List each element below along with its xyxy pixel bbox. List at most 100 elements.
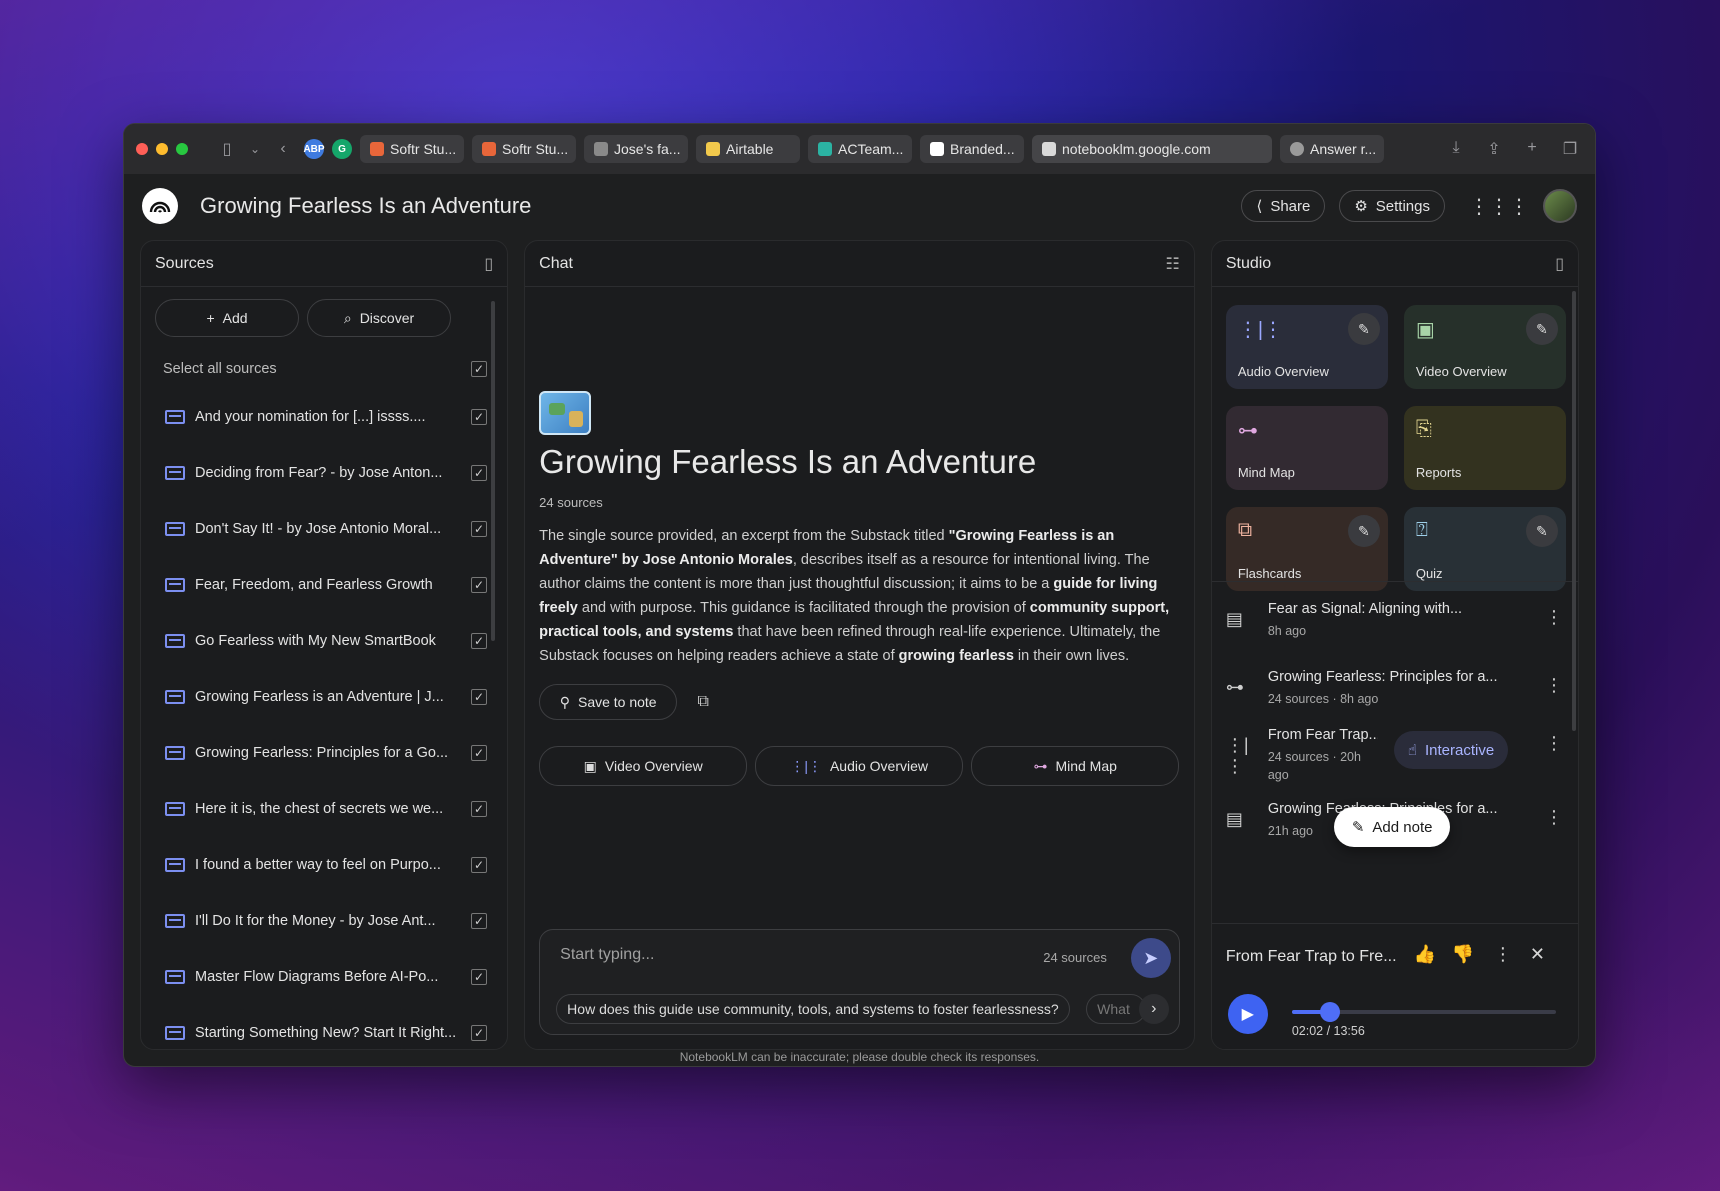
source-item[interactable]: Fear, Freedom, and Fearless Growth ✓ <box>155 569 487 601</box>
mind-map-button[interactable]: ⊶ Mind Map <box>971 746 1180 786</box>
browser-tab[interactable]: Softr Stu... <box>472 135 576 163</box>
source-checkbox[interactable]: ✓ <box>471 801 487 817</box>
source-checkbox[interactable]: ✓ <box>471 913 487 929</box>
apps-grid-icon[interactable]: ⋮⋮⋮ <box>1469 194 1529 219</box>
source-checkbox[interactable]: ✓ <box>471 577 487 593</box>
chevron-down-icon[interactable]: ⌄ <box>248 142 262 156</box>
close-window-button[interactable] <box>136 143 148 155</box>
sidebar-toggle-icon[interactable]: ▯ <box>214 139 240 159</box>
notebook-title[interactable]: Growing Fearless Is an Adventure <box>200 193 531 219</box>
studio-tile[interactable]: ⧉ Flashcards ✎ <box>1225 507 1388 591</box>
thumbs-up-icon[interactable]: 👍 <box>1414 944 1436 965</box>
source-item[interactable]: Don't Say It! - by Jose Antonio Moral...… <box>155 513 487 545</box>
close-icon[interactable]: ✕ <box>1530 944 1545 965</box>
interactive-button[interactable]: ☝ Interactive <box>1393 731 1509 769</box>
source-checkbox[interactable]: ✓ <box>471 745 487 761</box>
zoom-window-button[interactable] <box>176 143 188 155</box>
source-item[interactable]: I found a better way to feel on Purpo...… <box>155 849 487 881</box>
send-button[interactable]: ➤ <box>1130 938 1171 978</box>
share-icon[interactable]: ⇪ <box>1481 139 1507 159</box>
save-to-note-button[interactable]: ⚲ Save to note <box>539 684 678 720</box>
sources-scrollbar[interactable] <box>491 301 495 641</box>
chat-input[interactable]: Start typing... <box>560 946 654 964</box>
source-item[interactable]: Growing Fearless: Principles for a Go...… <box>155 737 487 769</box>
grammarly-extension-icon[interactable]: G <box>332 139 352 159</box>
more-options-icon[interactable]: ⋮ <box>1544 733 1564 754</box>
copy-icon[interactable]: ⧉ <box>685 684 721 720</box>
select-all-row[interactable]: Select all sources ✓ <box>155 353 487 385</box>
studio-tile[interactable]: ⍰ Quiz ✎ <box>1403 507 1566 591</box>
more-options-icon[interactable]: ⋮ <box>1544 675 1564 696</box>
source-item[interactable]: Master Flow Diagrams Before AI-Po... ✓ <box>155 961 487 993</box>
more-options-icon[interactable]: ⋮ <box>1544 607 1564 628</box>
video-overview-button[interactable]: ▣ Video Overview <box>539 746 748 786</box>
source-item[interactable]: I'll Do It for the Money - by Jose Ant..… <box>155 905 487 937</box>
suggested-question-next[interactable]: What <box>1086 994 1147 1024</box>
browser-tab[interactable]: Airtable <box>696 135 800 163</box>
new-tab-icon[interactable]: + <box>1519 139 1545 159</box>
source-item[interactable]: Go Fearless with My New SmartBook ✓ <box>155 625 487 657</box>
more-options-icon[interactable]: ⋮ <box>1544 807 1564 828</box>
browser-tab[interactable]: Softr Stu... <box>360 135 464 163</box>
download-icon[interactable]: ⤓ <box>1443 139 1469 159</box>
studio-scrollbar[interactable] <box>1571 291 1576 731</box>
thumbs-down-icon[interactable]: 👎 <box>1452 944 1474 965</box>
browser-tab[interactable]: Branded... <box>920 135 1024 163</box>
source-checkbox[interactable]: ✓ <box>471 969 487 985</box>
web-source-icon <box>165 690 185 704</box>
add-source-button[interactable]: + Add <box>155 299 299 337</box>
studio-note-item[interactable]: ⊶ Growing Fearless: Principles for a... 24… <box>1226 669 1564 729</box>
source-item[interactable]: Deciding from Fear? - by Jose Anton... ✓ <box>155 457 487 489</box>
source-item[interactable]: Growing Fearless is an Adventure | J... ✓ <box>155 681 487 713</box>
browser-tab-active[interactable]: notebooklm.google.com <box>1032 135 1272 163</box>
browser-actions: ⤓ ⇪ + ❐ <box>1443 139 1583 159</box>
suggested-question[interactable]: How does this guide use community, tools… <box>556 994 1070 1024</box>
share-button[interactable]: ⟨ Share <box>1241 190 1326 222</box>
source-item[interactable]: And your nomination for [...] issss.... ✓ <box>155 401 487 433</box>
source-checkbox[interactable]: ✓ <box>471 521 487 537</box>
note-text: Fear as Signal: Aligning with... 8h ago <box>1268 601 1544 640</box>
studio-tile[interactable]: ▣ Video Overview ✎ <box>1403 305 1566 389</box>
audio-overview-button[interactable]: ⋮|⋮ Audio Overview <box>755 746 964 786</box>
player-progress-track[interactable] <box>1291 1002 1556 1022</box>
tab-label: notebooklm.google.com <box>1062 141 1211 157</box>
browser-tab[interactable]: Jose's fa... <box>584 135 688 163</box>
adblock-extension-icon[interactable]: ABP <box>303 139 325 159</box>
pencil-icon[interactable]: ✎ <box>1347 313 1380 345</box>
chat-settings-icon[interactable]: ☷ <box>1165 254 1179 274</box>
source-checkbox[interactable]: ✓ <box>471 1025 487 1041</box>
pencil-icon[interactable]: ✎ <box>1525 515 1558 547</box>
source-checkbox[interactable]: ✓ <box>471 689 487 705</box>
collapse-panel-icon[interactable]: ▯ <box>1555 254 1564 274</box>
pencil-icon[interactable]: ✎ <box>1525 313 1558 345</box>
discover-button[interactable]: ⌕ Discover <box>307 299 451 337</box>
source-checkbox[interactable]: ✓ <box>471 465 487 481</box>
player-progress-knob[interactable] <box>1320 1002 1341 1022</box>
pencil-icon[interactable]: ✎ <box>1347 515 1380 547</box>
source-checkbox[interactable]: ✓ <box>471 857 487 873</box>
source-checkbox[interactable]: ✓ <box>471 409 487 425</box>
tab-overview-icon[interactable]: ❐ <box>1557 139 1583 159</box>
avatar[interactable] <box>1543 189 1577 223</box>
video-overview-label: Video Overview <box>604 758 703 774</box>
back-icon[interactable]: ‹ <box>270 140 296 158</box>
add-note-button[interactable]: ✎ Add note <box>1333 807 1451 847</box>
chevron-right-icon[interactable]: › <box>1138 994 1169 1024</box>
source-item[interactable]: Starting Something New? Start It Right..… <box>155 1017 487 1049</box>
studio-tile[interactable]: ⋮|⋮ Audio Overview ✎ <box>1225 305 1388 389</box>
notebooklm-logo-icon[interactable] <box>142 188 178 224</box>
play-button[interactable]: ▶ <box>1227 994 1268 1034</box>
minimize-window-button[interactable] <box>156 143 168 155</box>
studio-tile[interactable]: ⎘ Reports <box>1403 406 1566 490</box>
source-checkbox[interactable]: ✓ <box>471 633 487 649</box>
browser-tab[interactable]: ACTeam... <box>808 135 912 163</box>
collapse-panel-icon[interactable]: ▯ <box>484 254 493 274</box>
web-source-icon <box>165 970 185 984</box>
select-all-checkbox[interactable]: ✓ <box>471 361 487 377</box>
studio-note-item[interactable]: ▤ Fear as Signal: Aligning with... 8h ago ⋮ <box>1226 601 1564 661</box>
settings-button[interactable]: ⚙ Settings <box>1339 190 1445 222</box>
more-options-icon[interactable]: ⋮ <box>1494 944 1512 965</box>
source-item[interactable]: Here it is, the chest of secrets we we..… <box>155 793 487 825</box>
browser-tab[interactable]: Answer r... <box>1280 135 1384 163</box>
studio-tile[interactable]: ⊶ Mind Map <box>1225 406 1388 490</box>
